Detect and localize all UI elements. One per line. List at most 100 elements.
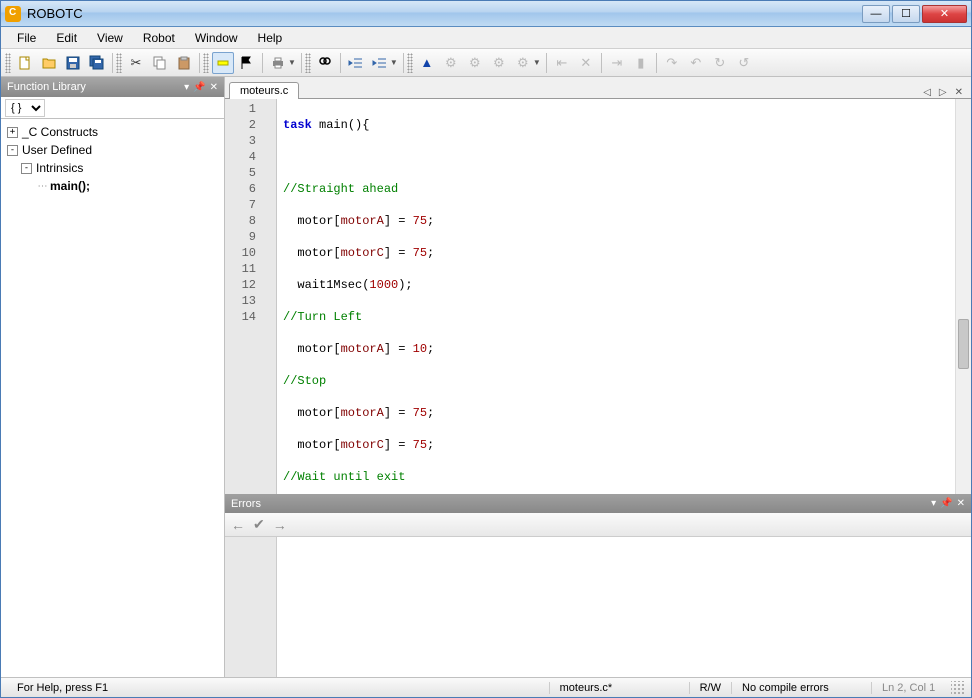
tree-node-userdefined[interactable]: - User Defined xyxy=(3,141,222,159)
tool-icon[interactable]: ⚙ xyxy=(488,52,510,74)
line-number: 12 xyxy=(229,277,256,293)
find-icon[interactable] xyxy=(314,52,336,74)
debug-step-icon[interactable]: ⇤ xyxy=(551,52,573,74)
maximize-button[interactable]: ☐ xyxy=(892,5,920,23)
debug-stop-icon[interactable]: ✕ xyxy=(575,52,597,74)
line-number: 10 xyxy=(229,245,256,261)
tab-close-icon[interactable]: ✕ xyxy=(951,87,967,98)
resize-grip-icon[interactable] xyxy=(951,681,965,695)
tool-dropdown-icon[interactable]: ▼ xyxy=(533,58,541,67)
menu-window[interactable]: Window xyxy=(187,29,246,47)
save-icon[interactable] xyxy=(62,52,84,74)
errors-header[interactable]: Errors ▾ 📌 ✕ xyxy=(225,494,971,513)
function-tree[interactable]: + _C Constructs - User Defined - Intrins… xyxy=(1,119,224,677)
toolbar-grip[interactable] xyxy=(116,53,122,73)
close-button[interactable]: ✕ xyxy=(922,5,967,23)
print-icon[interactable] xyxy=(267,52,289,74)
toggle-tool-icon[interactable] xyxy=(212,52,234,74)
titlebar[interactable]: ROBOTC — ☐ ✕ xyxy=(1,1,971,27)
function-library-panel: Function Library ▾ 📌 ✕ { } + _C Construc… xyxy=(1,77,225,677)
next-error-icon[interactable]: → xyxy=(273,517,287,533)
paste-icon[interactable] xyxy=(173,52,195,74)
debug-icon[interactable]: ↺ xyxy=(733,52,755,74)
tree-node-intrinsics[interactable]: - Intrinsics xyxy=(3,159,222,177)
line-number: 8 xyxy=(229,213,256,229)
status-help: For Help, press F1 xyxy=(7,682,549,694)
expand-icon[interactable]: + xyxy=(7,127,18,138)
open-file-icon[interactable] xyxy=(38,52,60,74)
outdent-icon[interactable] xyxy=(345,52,367,74)
menu-help[interactable]: Help xyxy=(250,29,291,47)
library-selector: { } xyxy=(1,97,224,119)
save-all-icon[interactable] xyxy=(86,52,108,74)
tool-icon[interactable]: ⚙ xyxy=(440,52,462,74)
tree-node-main[interactable]: ⋯ main(); xyxy=(3,177,222,195)
errors-title: Errors xyxy=(231,498,261,510)
errors-toolbar: ← ✔ → xyxy=(225,513,971,537)
panel-pin-icon[interactable]: 📌 xyxy=(193,82,205,93)
new-file-icon[interactable] xyxy=(14,52,36,74)
tab-label: moteurs.c xyxy=(240,85,288,97)
menu-robot[interactable]: Robot xyxy=(135,29,183,47)
scrollbar-thumb[interactable] xyxy=(958,319,969,369)
panel-dropdown-icon[interactable]: ▾ xyxy=(184,82,189,93)
status-position: Ln 2, Col 1 xyxy=(871,682,951,694)
line-number: 11 xyxy=(229,261,256,277)
code-text[interactable]: task main(){ //Straight ahead motor[moto… xyxy=(277,99,955,494)
panel-pin-icon[interactable]: 📌 xyxy=(940,498,952,509)
line-number: 3 xyxy=(229,133,256,149)
tree-leaf-icon: ⋯ xyxy=(35,181,50,192)
collapse-icon[interactable]: - xyxy=(21,163,32,174)
app-window: ROBOTC — ☐ ✕ File Edit View Robot Window… xyxy=(0,0,972,698)
toolbar: ✂ ▼ ▼ ▲ xyxy=(1,49,971,77)
panel-close-icon[interactable]: ✕ xyxy=(957,498,965,509)
code-editor[interactable]: 1 2 3 4 5 6 7 8 9 10 11 12 13 14 task ma… xyxy=(225,99,971,494)
line-number: 4 xyxy=(229,149,256,165)
line-number: 1 xyxy=(229,101,256,117)
minimize-button[interactable]: — xyxy=(862,5,890,23)
vertical-scrollbar[interactable] xyxy=(955,99,971,494)
line-number: 5 xyxy=(229,165,256,181)
line-gutter: 1 2 3 4 5 6 7 8 9 10 11 12 13 14 xyxy=(225,99,277,494)
menubar: File Edit View Robot Window Help xyxy=(1,27,971,49)
tree-label: main(); xyxy=(50,179,90,193)
cut-icon[interactable]: ✂ xyxy=(125,52,147,74)
toolbar-grip[interactable] xyxy=(407,53,413,73)
function-library-header[interactable]: Function Library ▾ 📌 ✕ xyxy=(1,77,224,97)
collapse-icon[interactable]: - xyxy=(7,145,18,156)
flag-icon[interactable] xyxy=(236,52,258,74)
editor-panel: moteurs.c ◁ ▷ ✕ 1 2 3 4 5 6 7 8 9 10 11 … xyxy=(225,77,971,677)
tool-icon[interactable]: ⚙ xyxy=(464,52,486,74)
panel-title: Function Library xyxy=(7,81,86,93)
toolbar-grip[interactable] xyxy=(305,53,311,73)
tab-prev-icon[interactable]: ◁ xyxy=(919,87,935,98)
prev-error-icon[interactable]: ← xyxy=(231,517,245,533)
main-area: Function Library ▾ 📌 ✕ { } + _C Construc… xyxy=(1,77,971,677)
tab-moteurs[interactable]: moteurs.c xyxy=(229,82,299,99)
check-icon[interactable]: ✔ xyxy=(253,516,265,533)
tool-icon[interactable]: ⚙ xyxy=(512,52,534,74)
print-dropdown-icon[interactable]: ▼ xyxy=(288,58,296,67)
debug-icon[interactable]: ▮ xyxy=(630,52,652,74)
library-dropdown[interactable]: { } xyxy=(5,99,45,117)
debug-icon[interactable]: ⇥ xyxy=(606,52,628,74)
toolbar-grip[interactable] xyxy=(5,53,11,73)
menu-edit[interactable]: Edit xyxy=(48,29,85,47)
menu-file[interactable]: File xyxy=(9,29,44,47)
line-number: 7 xyxy=(229,197,256,213)
errors-list[interactable] xyxy=(225,537,971,677)
panel-close-icon[interactable]: ✕ xyxy=(210,82,218,93)
panel-dropdown-icon[interactable]: ▾ xyxy=(931,498,936,509)
tree-node-constructs[interactable]: + _C Constructs xyxy=(3,123,222,141)
debug-icon[interactable]: ↶ xyxy=(685,52,707,74)
copy-icon[interactable] xyxy=(149,52,171,74)
debug-icon[interactable]: ↷ xyxy=(661,52,683,74)
line-number: 14 xyxy=(229,309,256,325)
menu-view[interactable]: View xyxy=(89,29,131,47)
debug-icon[interactable]: ↻ xyxy=(709,52,731,74)
tab-next-icon[interactable]: ▷ xyxy=(935,87,951,98)
indent-icon[interactable] xyxy=(369,52,391,74)
toolbar-grip[interactable] xyxy=(203,53,209,73)
indent-dropdown-icon[interactable]: ▼ xyxy=(390,58,398,67)
compile-icon[interactable]: ▲ xyxy=(416,52,438,74)
